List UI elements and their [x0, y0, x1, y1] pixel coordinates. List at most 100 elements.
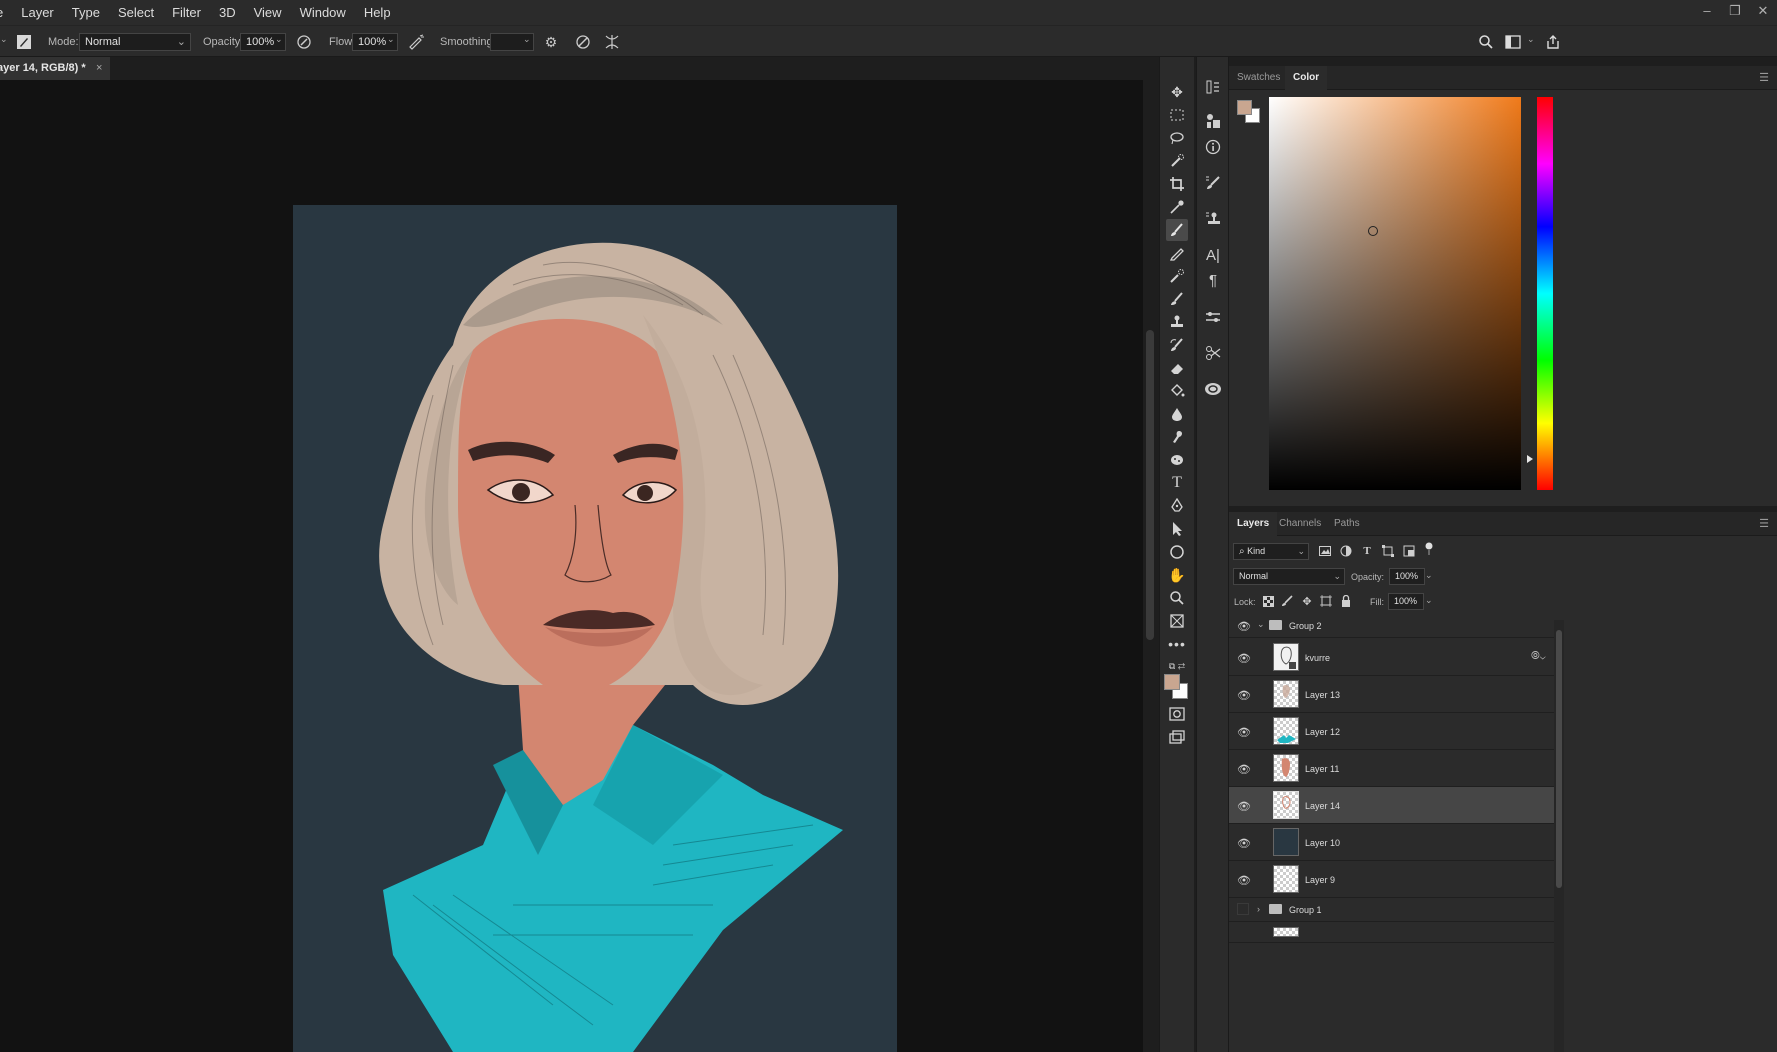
layer-row[interactable]: 👁 kvurre ⦾⌄ [1229, 639, 1554, 676]
foreground-color-swatch[interactable] [1164, 674, 1180, 690]
clone-stamp-tool-icon[interactable] [1166, 311, 1188, 333]
properties-icon[interactable] [1202, 110, 1224, 132]
menu-layer[interactable]: Layer [12, 0, 63, 25]
tool-preset-caret-icon[interactable]: ⌄ [0, 34, 8, 45]
libraries-icon[interactable] [1202, 378, 1224, 400]
visibility-eye-icon[interactable]: 👁 [1237, 725, 1251, 739]
color-picker-cursor[interactable] [1368, 226, 1378, 236]
opacity-caret-icon[interactable]: ⌄ [275, 34, 283, 45]
foreground-color-swatch[interactable] [1237, 100, 1252, 115]
gear-icon[interactable]: ⚙ [541, 32, 561, 52]
airbrush-icon[interactable] [406, 32, 426, 52]
visibility-eye-icon[interactable]: 👁 [1237, 799, 1251, 813]
hue-slider[interactable] [1537, 97, 1553, 490]
close-icon[interactable]: ✕ [1749, 0, 1777, 25]
panel-menu-icon[interactable]: ☰ [1759, 517, 1769, 530]
symmetry-icon[interactable] [602, 32, 622, 52]
layer-filter-select[interactable]: ⌕ Kind ⌄ [1233, 543, 1309, 560]
restore-icon[interactable]: ❐ [1721, 0, 1749, 25]
canvas-scrollbar[interactable] [1143, 80, 1157, 1052]
crop-tool-icon[interactable] [1166, 173, 1188, 195]
menu-help[interactable]: Help [355, 0, 400, 25]
filter-smart-object-icon[interactable] [1401, 543, 1417, 559]
marquee-tool-icon[interactable] [1166, 104, 1188, 126]
chevron-right-icon[interactable]: › [1257, 904, 1260, 914]
visibility-eye-icon[interactable]: 👁 [1237, 873, 1251, 887]
lock-all-icon[interactable] [1338, 593, 1354, 609]
clone-source-icon[interactable] [1202, 208, 1224, 230]
filter-pixel-icon[interactable] [1317, 543, 1333, 559]
paragraph-icon[interactable]: ¶ [1202, 269, 1224, 291]
healing-tool-icon[interactable] [1166, 265, 1188, 287]
tab-color[interactable]: Color [1285, 66, 1328, 90]
menu-filter[interactable]: Filter [163, 0, 210, 25]
filter-adjustment-icon[interactable] [1338, 543, 1354, 559]
sponge-tool-icon[interactable] [1166, 449, 1188, 471]
panel-menu-icon[interactable]: ☰ [1759, 71, 1769, 84]
eraser-tool-icon[interactable] [1166, 357, 1188, 379]
smoothing-caret-icon[interactable]: ⌄ [523, 34, 531, 45]
menu-type[interactable]: Type [63, 0, 109, 25]
blur-tool-icon[interactable] [1166, 403, 1188, 425]
close-tab-icon[interactable]: × [96, 57, 102, 80]
info-icon[interactable] [1202, 136, 1224, 158]
layer-row-partial[interactable] [1229, 923, 1554, 943]
quick-mask-icon[interactable] [1166, 703, 1188, 725]
document-tab[interactable]: ayer 14, RGB/8) * × [0, 57, 110, 80]
hand-tool-icon[interactable]: ✋ [1166, 564, 1188, 586]
layers-scroll-thumb[interactable] [1556, 630, 1562, 888]
layer-group-row[interactable]: 👁 ⌄ Group 2 [1229, 614, 1554, 638]
visibility-eye-icon[interactable]: 👁 [1237, 619, 1251, 633]
adjustments-icon[interactable] [1202, 306, 1224, 328]
workspace-caret-icon[interactable]: ⌄ [1527, 34, 1535, 45]
visibility-eye-icon[interactable]: 👁 [1237, 651, 1251, 665]
minimize-icon[interactable]: – [1693, 0, 1721, 25]
more-tools-icon[interactable]: ••• [1166, 633, 1188, 655]
mixer-brush-tool-icon[interactable] [1166, 288, 1188, 310]
filter-toggle-icon[interactable] [1421, 541, 1437, 557]
layer-opacity-input[interactable]: 100% [1389, 568, 1425, 585]
tab-paths[interactable]: Paths [1326, 512, 1368, 536]
chevron-down-icon[interactable]: ⌄ [1257, 619, 1265, 630]
layer-row[interactable]: 👁 Layer 10 [1229, 824, 1554, 861]
character-icon[interactable]: A| [1202, 244, 1224, 266]
tool-presets-icon[interactable] [1202, 342, 1224, 364]
share-icon[interactable] [1543, 32, 1563, 52]
quick-select-tool-icon[interactable] [1166, 150, 1188, 172]
brush-tool-icon[interactable] [1166, 219, 1188, 241]
smudge-tool-icon[interactable] [1166, 426, 1188, 448]
paint-bucket-tool-icon[interactable] [1166, 380, 1188, 402]
menu-view[interactable]: View [245, 0, 291, 25]
visibility-eye-icon[interactable]: 👁 [1237, 836, 1251, 850]
history-icon[interactable] [1202, 76, 1224, 98]
lasso-tool-icon[interactable] [1166, 127, 1188, 149]
brush-settings-icon[interactable] [1202, 172, 1224, 194]
opacity-caret-icon[interactable]: ⌄ [1425, 570, 1433, 581]
pressure-size-icon[interactable] [573, 32, 593, 52]
visibility-eye-icon[interactable]: 👁 [1237, 762, 1251, 776]
lock-pixels-icon[interactable] [1279, 593, 1295, 609]
layer-row-selected[interactable]: 👁 Layer 14 [1229, 787, 1554, 824]
menu-3d[interactable]: 3D [210, 0, 245, 25]
pencil-tool-icon[interactable] [1166, 242, 1188, 264]
visibility-eye-icon[interactable]: 👁 [1237, 688, 1251, 702]
layer-row[interactable]: 👁 Layer 9 [1229, 861, 1554, 898]
artboard[interactable] [293, 205, 897, 1052]
menu-window[interactable]: Window [291, 0, 355, 25]
screen-mode-icon[interactable] [1166, 726, 1188, 748]
flow-caret-icon[interactable]: ⌄ [387, 34, 395, 45]
frame-tool-icon[interactable] [1166, 610, 1188, 632]
path-select-tool-icon[interactable] [1166, 518, 1188, 540]
visibility-toggle-empty[interactable] [1237, 903, 1249, 915]
layer-row[interactable]: 👁 Layer 12 [1229, 713, 1554, 750]
search-icon[interactable] [1476, 32, 1496, 52]
layer-group-row[interactable]: › Group 1 [1229, 898, 1554, 922]
pressure-opacity-icon[interactable] [294, 32, 314, 52]
eyedropper-tool-icon[interactable] [1166, 196, 1188, 218]
lock-transparent-icon[interactable] [1260, 593, 1276, 609]
fill-input[interactable]: 100% [1388, 593, 1424, 610]
blend-mode-select[interactable]: Normal ⌄ [1233, 568, 1345, 585]
move-tool-icon[interactable]: ✥ [1166, 81, 1188, 103]
mode-select[interactable]: Normal ⌄ [79, 33, 191, 51]
hue-slider-marker[interactable] [1527, 455, 1533, 463]
